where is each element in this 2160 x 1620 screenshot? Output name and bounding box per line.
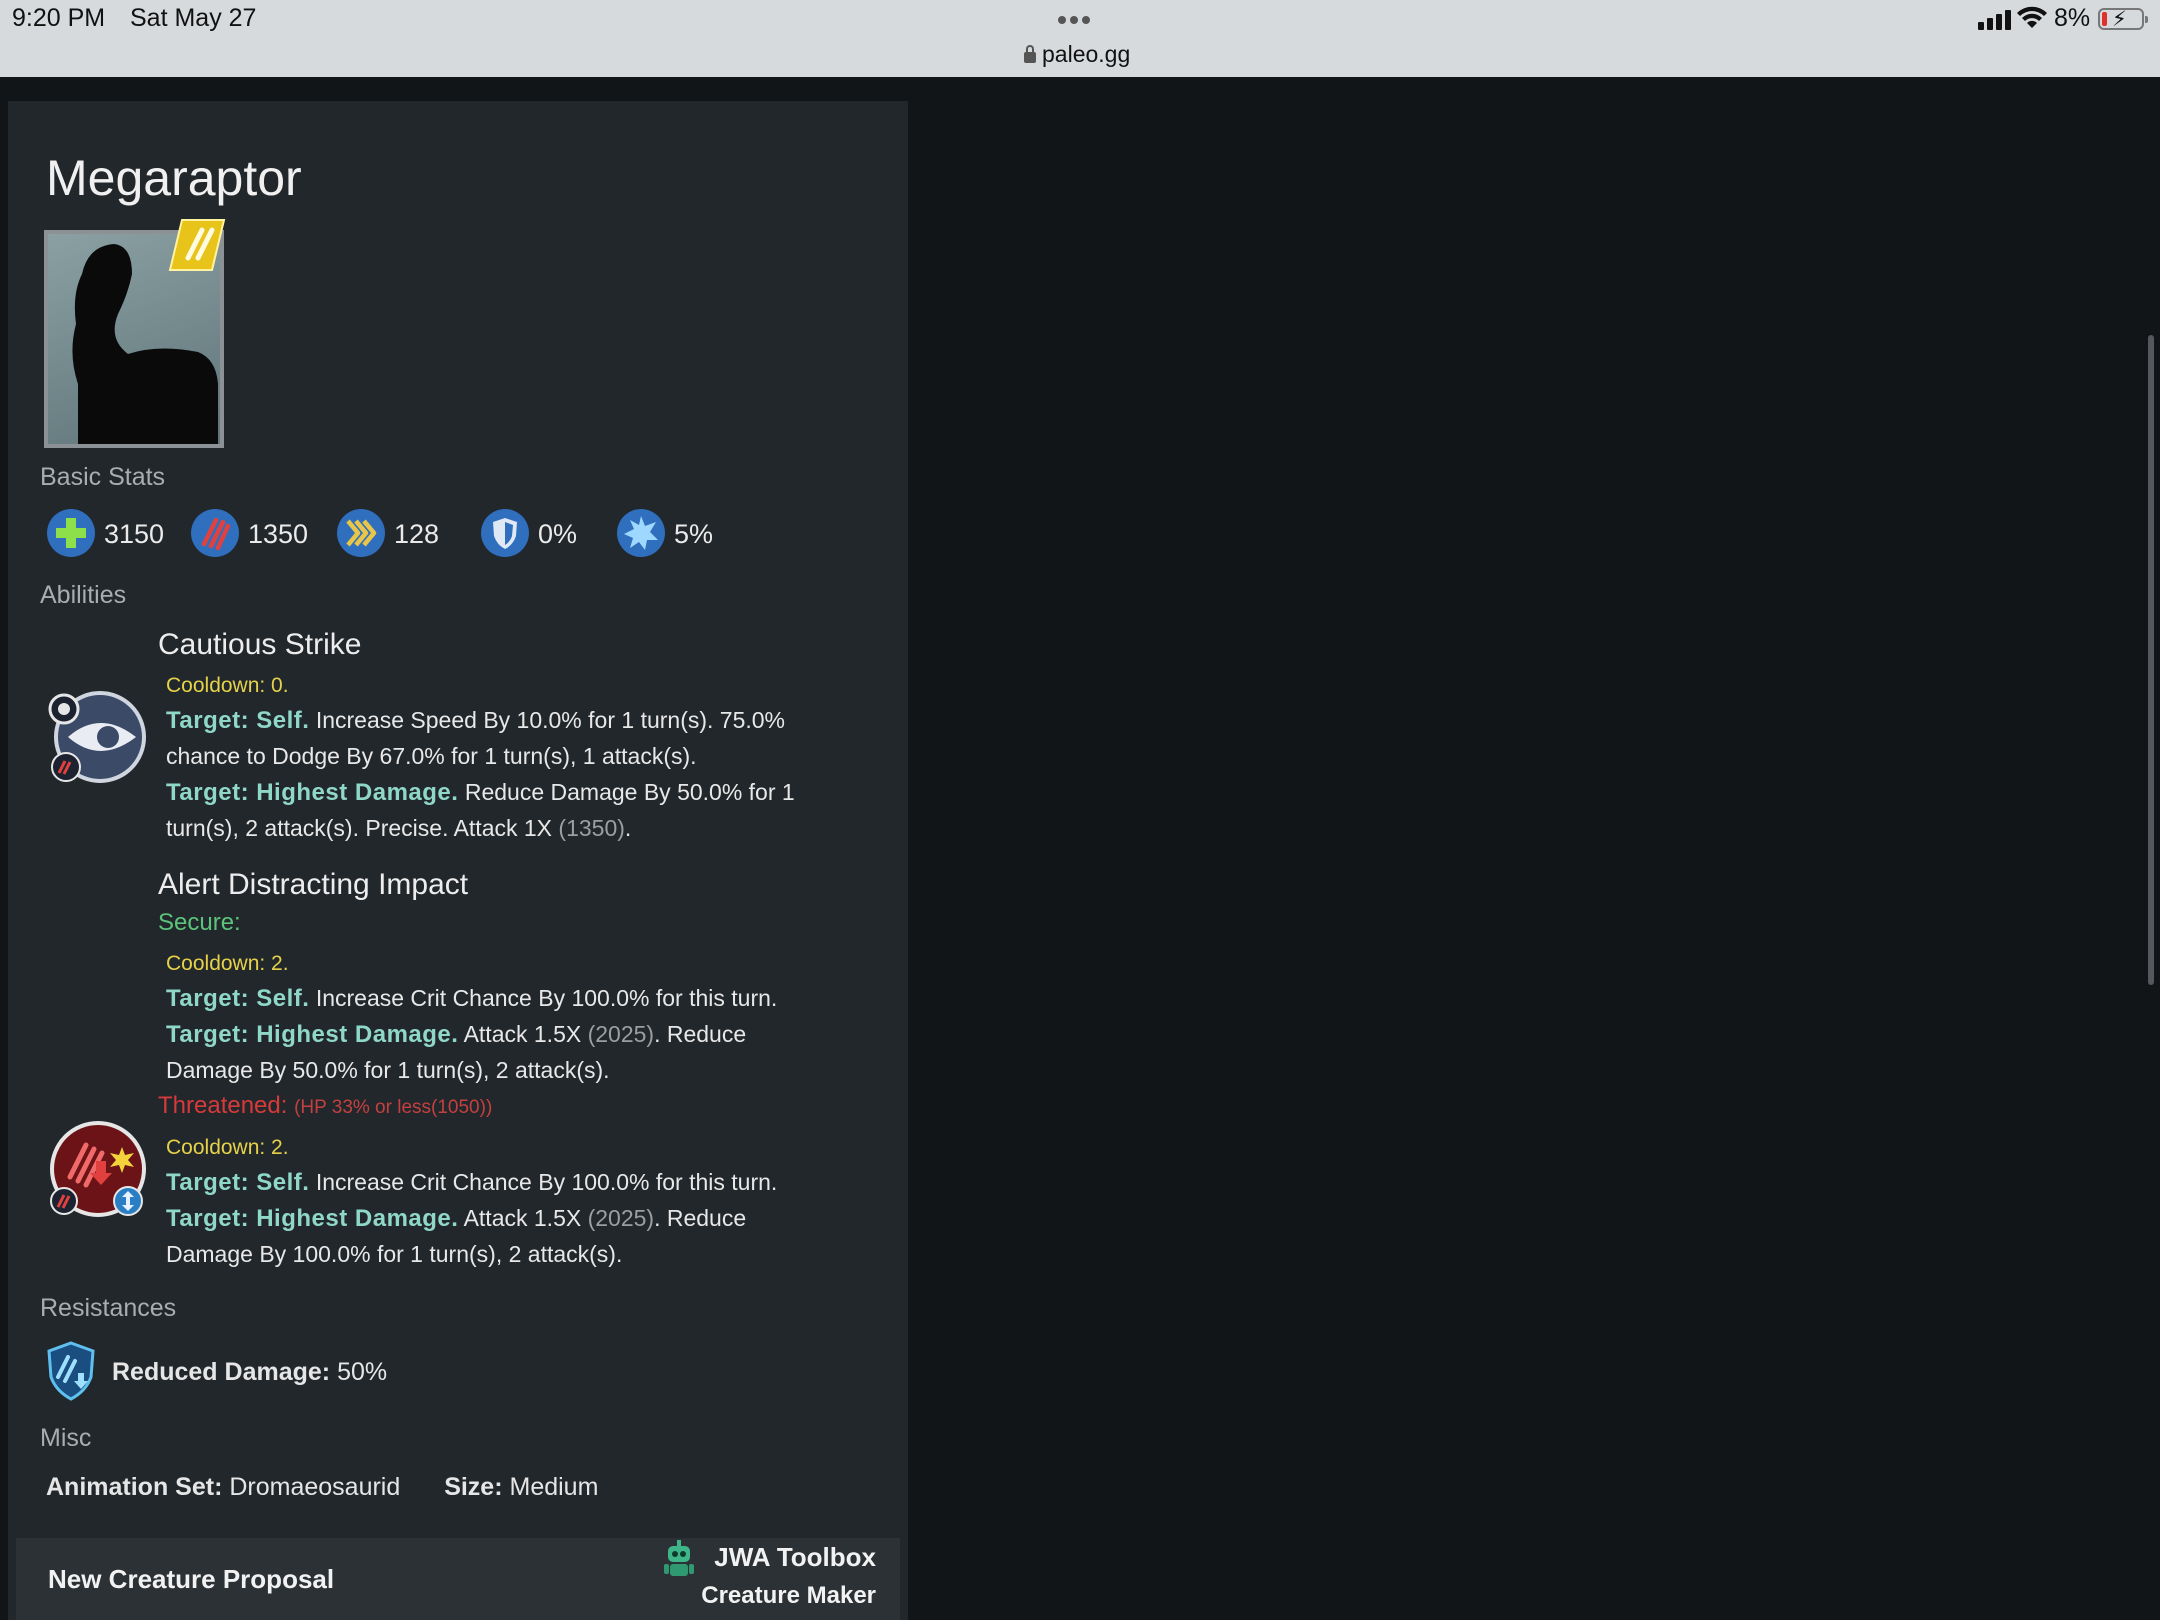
cautious-strike-icon [48,691,146,783]
battery-percent: 8% [2054,4,2091,32]
ability-name-cautious-strike: Cautious Strike [158,628,362,661]
stat-health-value: 3150 [104,519,165,549]
card-footer: New Creature Proposal JWA Toolbox Creatu… [16,1538,900,1620]
creature-maker-label: Creature Maker [701,1582,876,1609]
crit-icon [617,509,665,557]
lock-icon [1024,45,1036,63]
ability-effect-line: Target: Highest Damage. Attack 1.5X (202… [166,1021,747,1048]
ability-cooldown: Cooldown: 2. [166,952,289,975]
resistance-label: Reduced Damage: [112,1358,331,1386]
threatened-condition: (HP 33% or less(1050)) [294,1097,493,1118]
size-label: Size: [444,1473,503,1501]
damage-icon [191,509,239,557]
rarity-badge-icon [168,219,226,271]
ability-effect-line: Damage By 50.0% for 1 turn(s), 2 attack(… [166,1057,610,1083]
resistances-heading: Resistances [40,1294,177,1322]
new-creature-proposal[interactable]: New Creature Proposal [48,1564,334,1595]
ability-effect-line: Target: Self. Increase Speed By 10.0% fo… [166,707,786,734]
jwa-toolbox-brand[interactable]: JWA Toolbox [714,1542,876,1573]
ability-effect-line: chance to Dodge By 67.0% for 1 turn(s), … [166,743,697,769]
cellular-signal-icon [1978,8,2012,30]
robot-logo-icon [664,1540,694,1576]
animation-set-value: Dromaeosaurid [229,1473,401,1501]
creature-name: Megaraptor [46,150,302,206]
ability-effect-line: Damage By 100.0% for 1 turn(s), 2 attack… [166,1241,623,1267]
status-date: Sat May 27 [130,4,257,32]
reduced-damage-icon [47,1341,95,1401]
more-dots-icon[interactable] [1056,11,1092,29]
abilities-heading: Abilities [40,581,127,609]
stat-damage-value: 1350 [248,519,309,549]
health-icon [47,509,95,557]
ability-effect-line: Target: Self. Increase Crit Chance By 10… [166,985,778,1012]
threatened-label: Threatened: (HP 33% or less(1050)) [158,1092,493,1119]
animation-set-label: Animation Set: [46,1473,223,1501]
wifi-icon [2017,6,2047,28]
misc-row: Animation Set: Dromaeosaurid Size: Mediu… [46,1473,598,1502]
ability-effect-line: Target: Highest Damage. Reduce Damage By… [166,779,795,806]
battery-icon: ⚡ [2098,8,2148,31]
creature-card: Megaraptor Basic Stats 3150 1350 128 0% … [8,101,908,1620]
status-time: 9:20 PM [12,4,106,32]
stat-armor-value: 0% [538,519,578,549]
url-text: paleo.gg [1042,41,1131,67]
basic-stats-heading: Basic Stats [40,463,166,491]
size-value: Medium [509,1473,599,1501]
resistance-value: 50% [337,1358,388,1386]
misc-heading: Misc [40,1424,92,1452]
page-scrollbar[interactable] [2148,335,2154,985]
alert-distracting-impact-icon [50,1121,146,1217]
ability-effect-line: turn(s), 2 attack(s). Precise. Attack 1X… [166,815,632,841]
ability-cooldown: Cooldown: 2. [166,1136,289,1159]
stat-speed-value: 128 [394,519,440,549]
armor-icon [481,509,529,557]
secure-label: Secure: [158,909,241,936]
ability-effect-line: Target: Self. Increase Crit Chance By 10… [166,1169,778,1196]
status-bar: 9:20 PM Sat May 27 paleo.gg 8% ⚡ [0,0,2160,77]
address-bar[interactable]: paleo.gg [1024,41,1130,68]
speed-icon [337,509,385,557]
ability-effect-line: Target: Highest Damage. Attack 1.5X (202… [166,1205,747,1232]
ability-cooldown: Cooldown: 0. [166,674,289,697]
ability-name-alert-distracting-impact: Alert Distracting Impact [158,868,469,901]
stat-crit-value: 5% [674,519,714,549]
